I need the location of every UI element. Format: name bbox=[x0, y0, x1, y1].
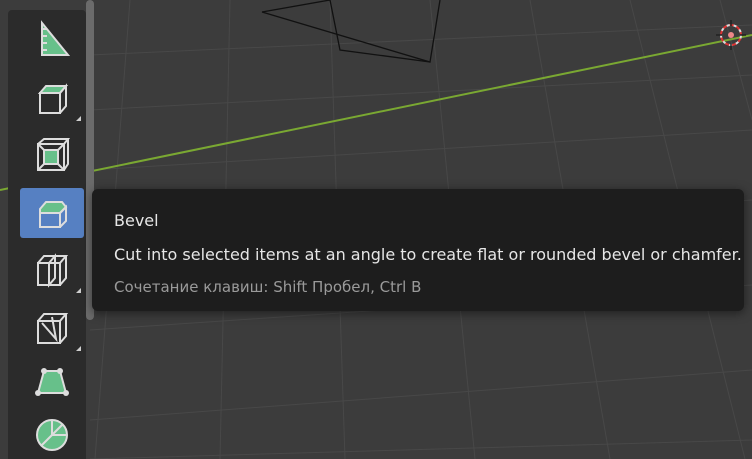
measure-icon bbox=[41, 20, 71, 56]
3d-viewport[interactable]: Bevel Cut into selected items at an angl… bbox=[0, 0, 752, 459]
tool-knife[interactable] bbox=[20, 304, 84, 354]
tool-measure[interactable] bbox=[20, 14, 84, 64]
tooltip-title: Bevel bbox=[114, 211, 159, 230]
3d-cursor-icon[interactable] bbox=[716, 20, 746, 50]
inset-faces-icon bbox=[37, 138, 71, 171]
tool-spin[interactable] bbox=[20, 410, 84, 459]
tool-poly-build[interactable] bbox=[20, 358, 84, 408]
tool-inset-faces[interactable] bbox=[20, 131, 84, 181]
add-cube-icon bbox=[37, 83, 69, 114]
tooltip-shortcut: Сочетание клавиш: Shift Пробел, Ctrl B bbox=[114, 278, 422, 296]
spin-icon bbox=[36, 419, 68, 451]
submenu-indicator bbox=[76, 288, 81, 293]
poly-build-icon bbox=[35, 368, 69, 396]
tool-loop-cut[interactable] bbox=[20, 246, 84, 296]
tool-add-cube[interactable] bbox=[20, 74, 84, 124]
submenu-indicator bbox=[76, 346, 81, 351]
submenu-indicator bbox=[76, 116, 81, 121]
loop-cut-icon bbox=[37, 253, 69, 288]
tooltip-description: Cut into selected items at an angle to c… bbox=[114, 245, 742, 264]
x-axis-line bbox=[0, 34, 752, 191]
bevel-icon bbox=[39, 201, 68, 228]
tool-shelf bbox=[8, 10, 86, 459]
tool-bevel[interactable] bbox=[20, 188, 84, 238]
knife-icon bbox=[37, 313, 69, 344]
tool-tooltip: Bevel Cut into selected items at an angl… bbox=[92, 189, 744, 311]
camera-wireframe bbox=[261, 0, 441, 63]
